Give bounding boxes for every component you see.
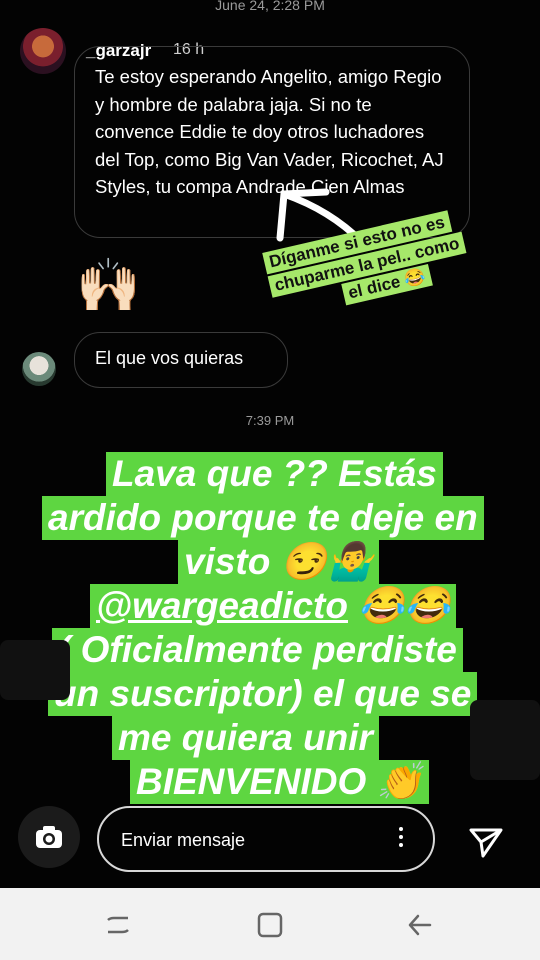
back-arrow-icon xyxy=(408,914,432,936)
home-icon xyxy=(257,912,283,938)
recents-button[interactable] xyxy=(98,908,138,942)
background-keyboard-ghost xyxy=(0,640,70,700)
reply-message-bubble: El que vos quieras xyxy=(74,332,288,388)
overlay-line-1: Lava que ?? Estás xyxy=(106,452,443,496)
overlay-line-7: me quiera unir xyxy=(112,716,379,760)
recents-icon xyxy=(107,916,129,934)
mention-emoji: 😂😂 xyxy=(347,585,451,626)
overlay-line-8: BIENVENIDO 👏 xyxy=(130,760,429,804)
background-keyboard-ghost xyxy=(470,700,540,780)
story-timestamp: June 24, 2:28 PM xyxy=(215,0,325,13)
reply-avatar xyxy=(22,352,56,386)
overlay-line-4: @wargeadicto 😂😂 xyxy=(90,584,457,628)
home-button[interactable] xyxy=(250,908,290,942)
overlay-line-2: ardido porque te deje en xyxy=(42,496,484,540)
reply-message-text: El que vos quieras xyxy=(95,348,244,368)
message-input[interactable]: Enviar mensaje xyxy=(97,806,435,872)
raised-hands-emoji: 🙌🏻 xyxy=(76,257,141,315)
camera-button[interactable] xyxy=(18,806,80,868)
overlay-line-6: un suscriptor) el que se xyxy=(48,672,478,716)
more-vertical-icon[interactable] xyxy=(399,827,403,851)
incoming-message-text: Te estoy esperando Angelito, amigo Regio… xyxy=(95,66,444,197)
overlay-line-3: visto 😏🤷‍♂️ xyxy=(178,540,379,584)
camera-icon xyxy=(36,826,62,848)
story-viewer: June 24, 2:28 PM _garzajr 16 h Te estoy … xyxy=(0,0,540,888)
avatar[interactable] xyxy=(20,28,66,74)
mention-link[interactable]: @wargeadicto xyxy=(96,585,348,626)
system-nav-bar xyxy=(0,888,540,960)
message-input-placeholder: Enviar mensaje xyxy=(121,830,246,850)
time-divider: 7:39 PM xyxy=(245,413,295,428)
send-icon[interactable] xyxy=(466,822,506,862)
back-button[interactable] xyxy=(400,908,440,942)
overlay-line-5: ( Oficialmente perdiste xyxy=(52,628,463,672)
